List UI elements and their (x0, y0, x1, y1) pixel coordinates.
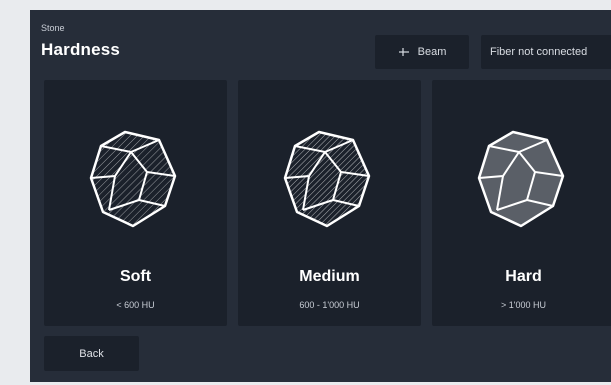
option-label: Soft (119, 268, 152, 285)
hardness-options: Soft < 600 HU Medium 600 - 1'000 HU Hard… (44, 80, 611, 326)
beam-label: Beam (417, 46, 447, 58)
page-title: Hardness (41, 40, 121, 59)
back-button[interactable]: Back (44, 336, 139, 371)
beam-button[interactable]: Beam (375, 35, 469, 69)
option-hard[interactable]: Hard > 1'000 HU (432, 80, 611, 326)
fiber-status-label: Fiber not connected (490, 46, 588, 58)
stone-soft-icon (89, 130, 177, 228)
fiber-status: Fiber not connected (481, 35, 611, 69)
option-soft[interactable]: Soft < 600 HU (44, 80, 227, 326)
header-subtitle: Stone (41, 23, 65, 33)
hardness-screen: Stone Hardness Beam Fiber not connected (30, 10, 611, 382)
option-label: Medium (299, 268, 360, 285)
option-range: 600 - 1'000 HU (299, 300, 360, 310)
option-range: > 1'000 HU (501, 300, 546, 310)
stone-hard-icon (477, 130, 565, 228)
option-medium[interactable]: Medium 600 - 1'000 HU (238, 80, 421, 326)
beam-icon (398, 47, 410, 57)
option-range: < 600 HU (116, 300, 155, 310)
option-label: Hard (505, 268, 542, 285)
stone-medium-icon (283, 130, 371, 228)
back-label: Back (79, 347, 104, 360)
